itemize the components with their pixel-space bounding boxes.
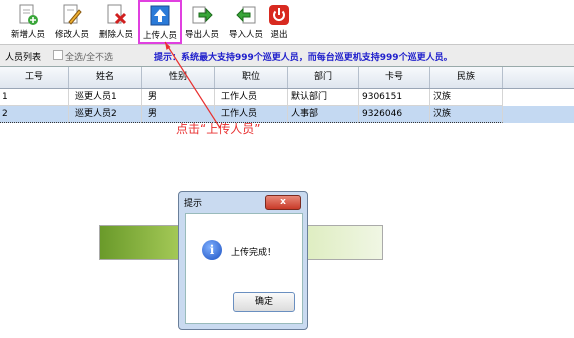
message-dialog: 提示 x i 上传完成！ 确定 (178, 191, 308, 330)
upload-instruction-annotation: 点击“上传人员” (176, 122, 261, 136)
dialog-body: i 上传完成！ 确定 (185, 213, 303, 324)
dialog-message: 上传完成！ (231, 248, 277, 258)
dialog-close-button[interactable]: x (265, 195, 301, 210)
dialog-title: 提示 (184, 199, 203, 209)
info-icon: i (202, 240, 222, 260)
ok-button[interactable]: 确定 (233, 292, 295, 312)
